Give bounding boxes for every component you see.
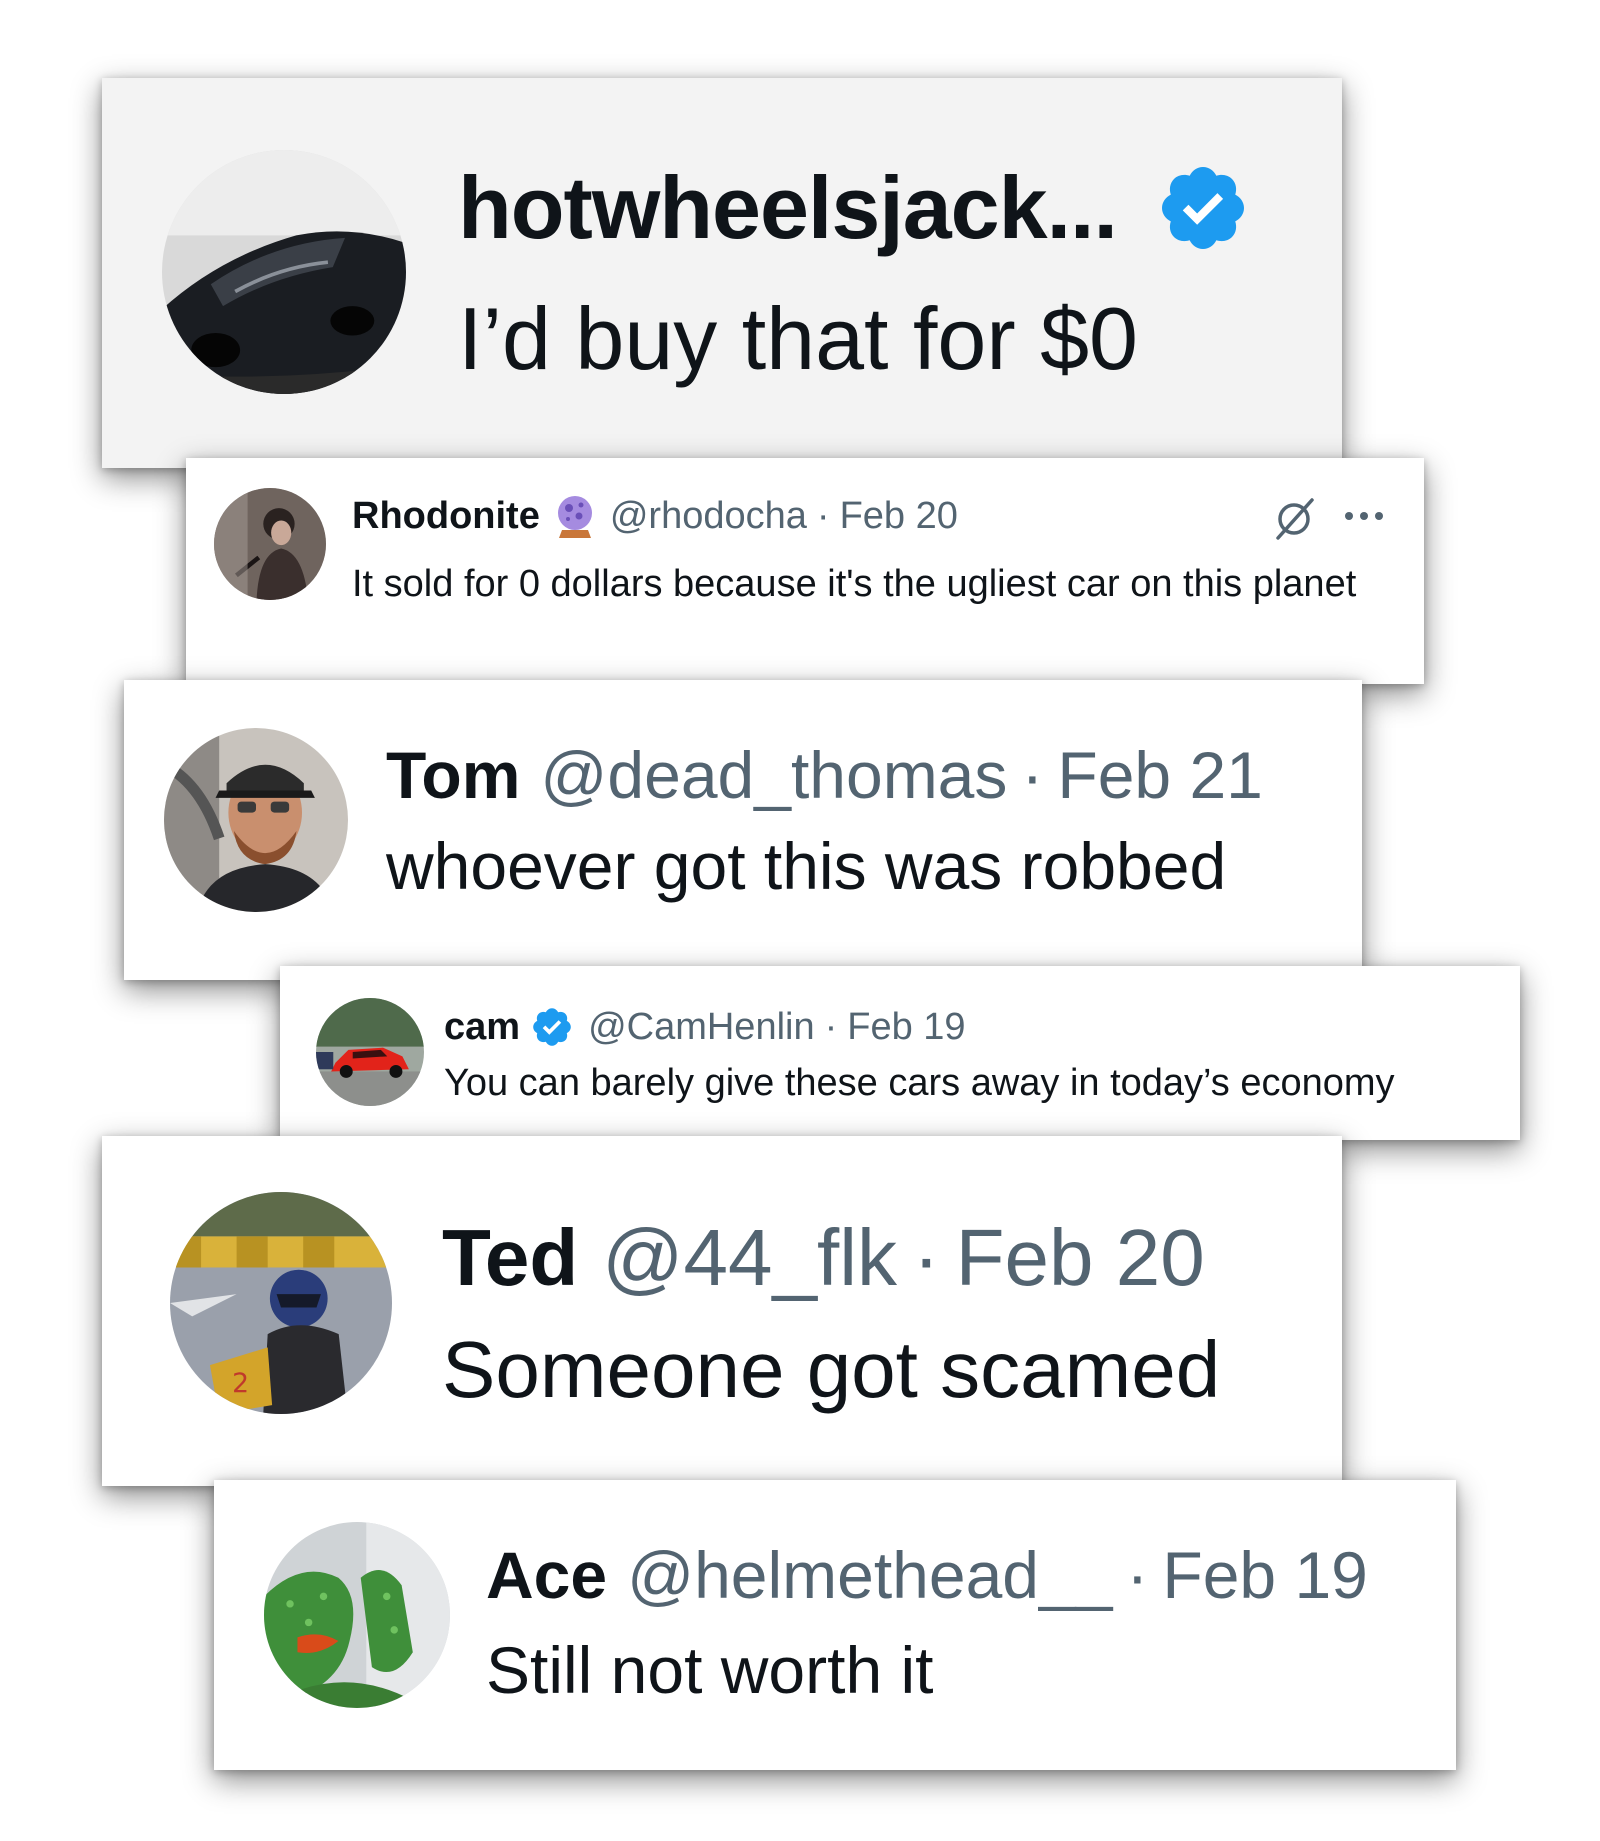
reply-text: You can barely give these cars away in t… <box>444 1062 1395 1104</box>
avatar[interactable]: 2 <box>170 1192 392 1414</box>
svg-text:2: 2 <box>232 1368 249 1399</box>
author-handle[interactable]: @rhodocha <box>610 495 807 538</box>
reply-text: whoever got this was robbed <box>386 829 1227 903</box>
avatar[interactable] <box>164 728 348 912</box>
author-handle[interactable]: @CamHenlin <box>588 1006 815 1049</box>
post-date[interactable]: Feb 21 <box>1057 737 1262 813</box>
reply-text: I’d buy that for $0 <box>458 289 1138 388</box>
author-name[interactable]: Tom <box>386 737 520 813</box>
author-name[interactable]: Ted <box>442 1212 578 1304</box>
author-name[interactable]: Rhodonite <box>352 495 540 538</box>
separator: · <box>1126 1538 1149 1612</box>
post-date[interactable]: Feb 20 <box>956 1212 1205 1304</box>
reply-text: Still not worth it <box>486 1633 934 1707</box>
post-date[interactable]: Feb 19 <box>1162 1537 1367 1613</box>
post-date[interactable]: Feb 19 <box>847 1006 965 1049</box>
separator: · <box>824 1005 838 1048</box>
avatar-man-in-car <box>164 728 348 912</box>
author-handle[interactable]: @dead_thomas <box>540 737 1007 813</box>
avatar[interactable] <box>264 1522 450 1708</box>
avatar-person-portrait <box>214 488 326 600</box>
reply-card-hotwheelsjack[interactable]: hotwheelsjack... I’d buy that for $0 <box>102 78 1342 468</box>
avatar[interactable] <box>162 150 406 394</box>
reply-card-tom[interactable]: Tom @dead_thomas · Feb 21 whoever got th… <box>124 680 1362 980</box>
verified-badge-icon <box>1155 160 1251 256</box>
separator: · <box>912 1213 940 1302</box>
author-name[interactable]: Ace <box>486 1537 607 1613</box>
author-name[interactable]: hotwheelsjack... <box>458 157 1118 259</box>
reply-card-cam[interactable]: cam @CamHenlin · Feb 19 You can barely g… <box>280 966 1520 1140</box>
post-date[interactable]: Feb 20 <box>840 495 958 538</box>
reply-card-ace[interactable]: Ace @helmethead__ · Feb 19 Still not wor… <box>214 1480 1456 1770</box>
grok-icon[interactable] <box>1270 494 1318 542</box>
reply-text: It sold for 0 dollars because it's the u… <box>352 563 1357 605</box>
crystal-ball-emoji-icon <box>554 494 596 538</box>
avatar-go-kart-racer: 2 <box>170 1192 392 1414</box>
reply-card-ted[interactable]: 2 Ted @44_flk · Feb 20 Someone got scame… <box>102 1136 1342 1486</box>
avatar-black-car <box>162 150 406 394</box>
avatar-green-frog-plush <box>264 1522 450 1708</box>
more-options-icon[interactable] <box>1342 506 1386 526</box>
separator: · <box>816 494 830 537</box>
reply-text: Someone got scamed <box>442 1325 1221 1414</box>
avatar[interactable] <box>214 488 326 600</box>
author-name[interactable]: cam <box>444 1006 520 1049</box>
author-handle[interactable]: @helmethead__ <box>627 1537 1112 1613</box>
author-handle[interactable]: @44_flk <box>602 1212 897 1304</box>
reply-card-rhodonite[interactable]: Rhodonite @rhodocha · Feb 20 It sold for… <box>186 458 1424 684</box>
avatar[interactable] <box>316 998 424 1106</box>
verified-badge-icon <box>530 1005 574 1049</box>
avatar-red-sports-car <box>316 998 424 1106</box>
separator: · <box>1021 738 1044 812</box>
